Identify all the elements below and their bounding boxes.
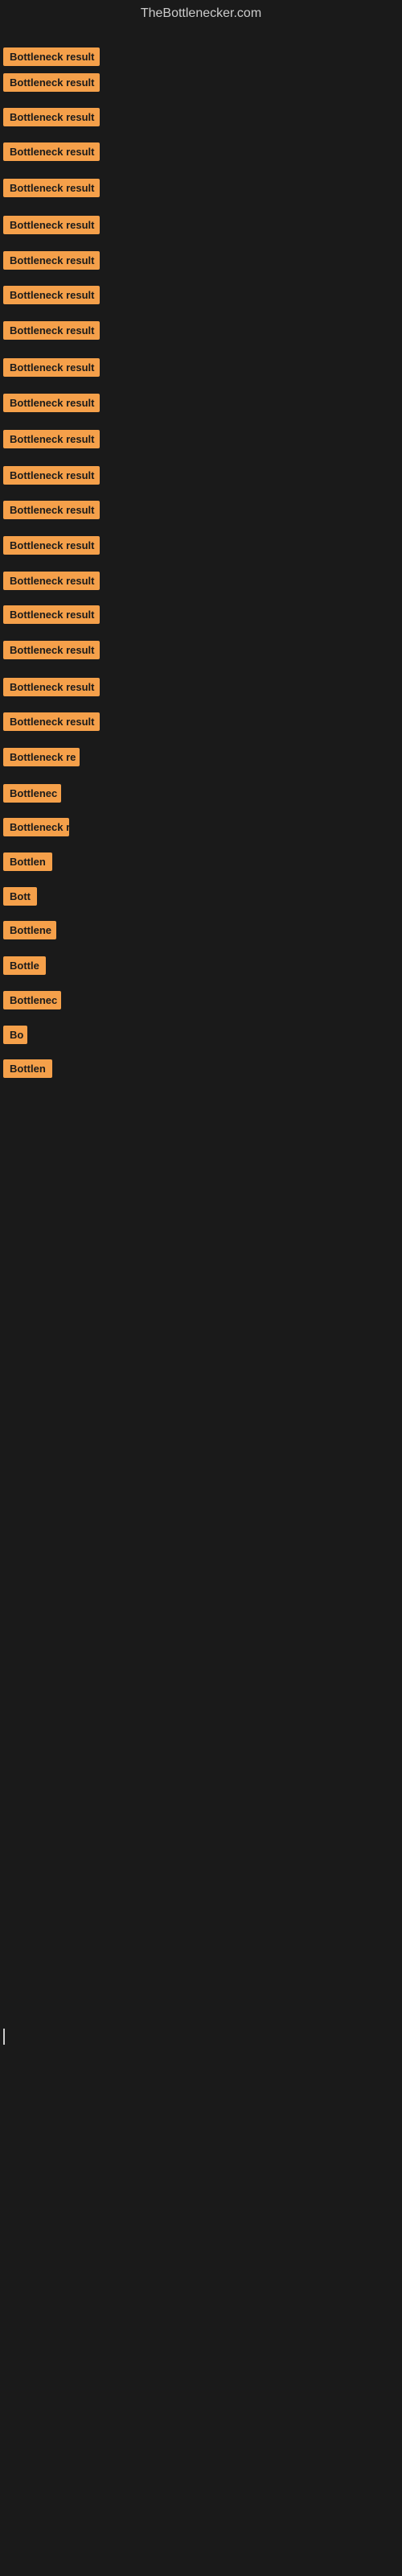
bottleneck-badge[interactable]: Bottleneck result: [3, 394, 100, 412]
bottleneck-badge[interactable]: Bott: [3, 887, 37, 906]
list-item: Bottleneck result: [3, 358, 100, 381]
list-item: Bottleneck result: [3, 47, 100, 70]
bottleneck-badge[interactable]: Bottleneck result: [3, 321, 100, 340]
list-item: Bottleneck r: [3, 818, 69, 840]
bottleneck-badge[interactable]: Bottleneck re: [3, 748, 80, 766]
list-item: Bottleneck result: [3, 321, 100, 344]
list-item: Bo: [3, 1026, 27, 1048]
bottleneck-badge[interactable]: Bottleneck result: [3, 47, 100, 66]
list-item: Bottleneck result: [3, 251, 100, 274]
bottleneck-badge[interactable]: Bottleneck result: [3, 142, 100, 161]
bottleneck-badge[interactable]: Bottleneck result: [3, 572, 100, 590]
list-item: Bottlenec: [3, 784, 61, 807]
list-item: Bottlene: [3, 921, 56, 943]
list-item: Bottleneck result: [3, 712, 100, 735]
list-item: Bottleneck result: [3, 216, 100, 238]
bottleneck-badge[interactable]: Bottleneck result: [3, 430, 100, 448]
items-container: Bottleneck result Bottleneck result Bottle…: [0, 27, 402, 2120]
bottleneck-badge[interactable]: Bo: [3, 1026, 27, 1044]
bottleneck-badge[interactable]: Bottlenec: [3, 784, 61, 803]
bottleneck-badge[interactable]: Bottlen: [3, 1059, 52, 1078]
bottleneck-badge[interactable]: Bottleneck result: [3, 73, 100, 92]
list-item: Bottleneck result: [3, 536, 100, 559]
list-item: Bottleneck re: [3, 748, 80, 770]
list-item: Bottleneck result: [3, 572, 100, 594]
bottleneck-badge[interactable]: Bottleneck result: [3, 216, 100, 234]
list-item: Bottleneck result: [3, 641, 100, 663]
list-item: Bottlen: [3, 852, 52, 875]
bottleneck-badge[interactable]: Bottleneck result: [3, 501, 100, 519]
list-item: Bottleneck result: [3, 108, 100, 130]
cursor-indicator: [3, 2029, 5, 2045]
bottleneck-badge[interactable]: Bottleneck result: [3, 712, 100, 731]
bottleneck-badge[interactable]: Bottleneck result: [3, 641, 100, 659]
bottleneck-badge[interactable]: Bottleneck result: [3, 251, 100, 270]
bottleneck-badge[interactable]: Bottlen: [3, 852, 52, 871]
list-item: Bottleneck result: [3, 678, 100, 700]
list-item: Bottlenec: [3, 991, 61, 1013]
list-item: Bott: [3, 887, 37, 910]
bottleneck-badge[interactable]: Bottleneck result: [3, 678, 100, 696]
list-item: Bottleneck result: [3, 142, 100, 165]
bottleneck-badge[interactable]: Bottleneck result: [3, 466, 100, 485]
bottleneck-badge[interactable]: Bottlene: [3, 921, 56, 939]
bottleneck-badge[interactable]: Bottleneck result: [3, 536, 100, 555]
list-item: Bottleneck result: [3, 286, 100, 308]
list-item: Bottleneck result: [3, 430, 100, 452]
bottleneck-badge[interactable]: Bottleneck result: [3, 179, 100, 197]
site-title: TheBottlenecker.com: [0, 0, 402, 27]
list-item: Bottleneck result: [3, 73, 100, 96]
bottleneck-badge[interactable]: Bottleneck result: [3, 358, 100, 377]
bottleneck-badge[interactable]: Bottleneck result: [3, 286, 100, 304]
bottleneck-badge[interactable]: Bottleneck r: [3, 818, 69, 836]
list-item: Bottleneck result: [3, 466, 100, 489]
list-item: Bottleneck result: [3, 501, 100, 523]
list-item: Bottle: [3, 956, 46, 979]
bottleneck-badge[interactable]: Bottleneck result: [3, 605, 100, 624]
bottleneck-badge[interactable]: Bottle: [3, 956, 46, 975]
bottleneck-badge[interactable]: Bottlenec: [3, 991, 61, 1009]
bottleneck-badge[interactable]: Bottleneck result: [3, 108, 100, 126]
list-item: Bottleneck result: [3, 605, 100, 628]
list-item: Bottlen: [3, 1059, 52, 1082]
list-item: Bottleneck result: [3, 394, 100, 416]
list-item: Bottleneck result: [3, 179, 100, 201]
